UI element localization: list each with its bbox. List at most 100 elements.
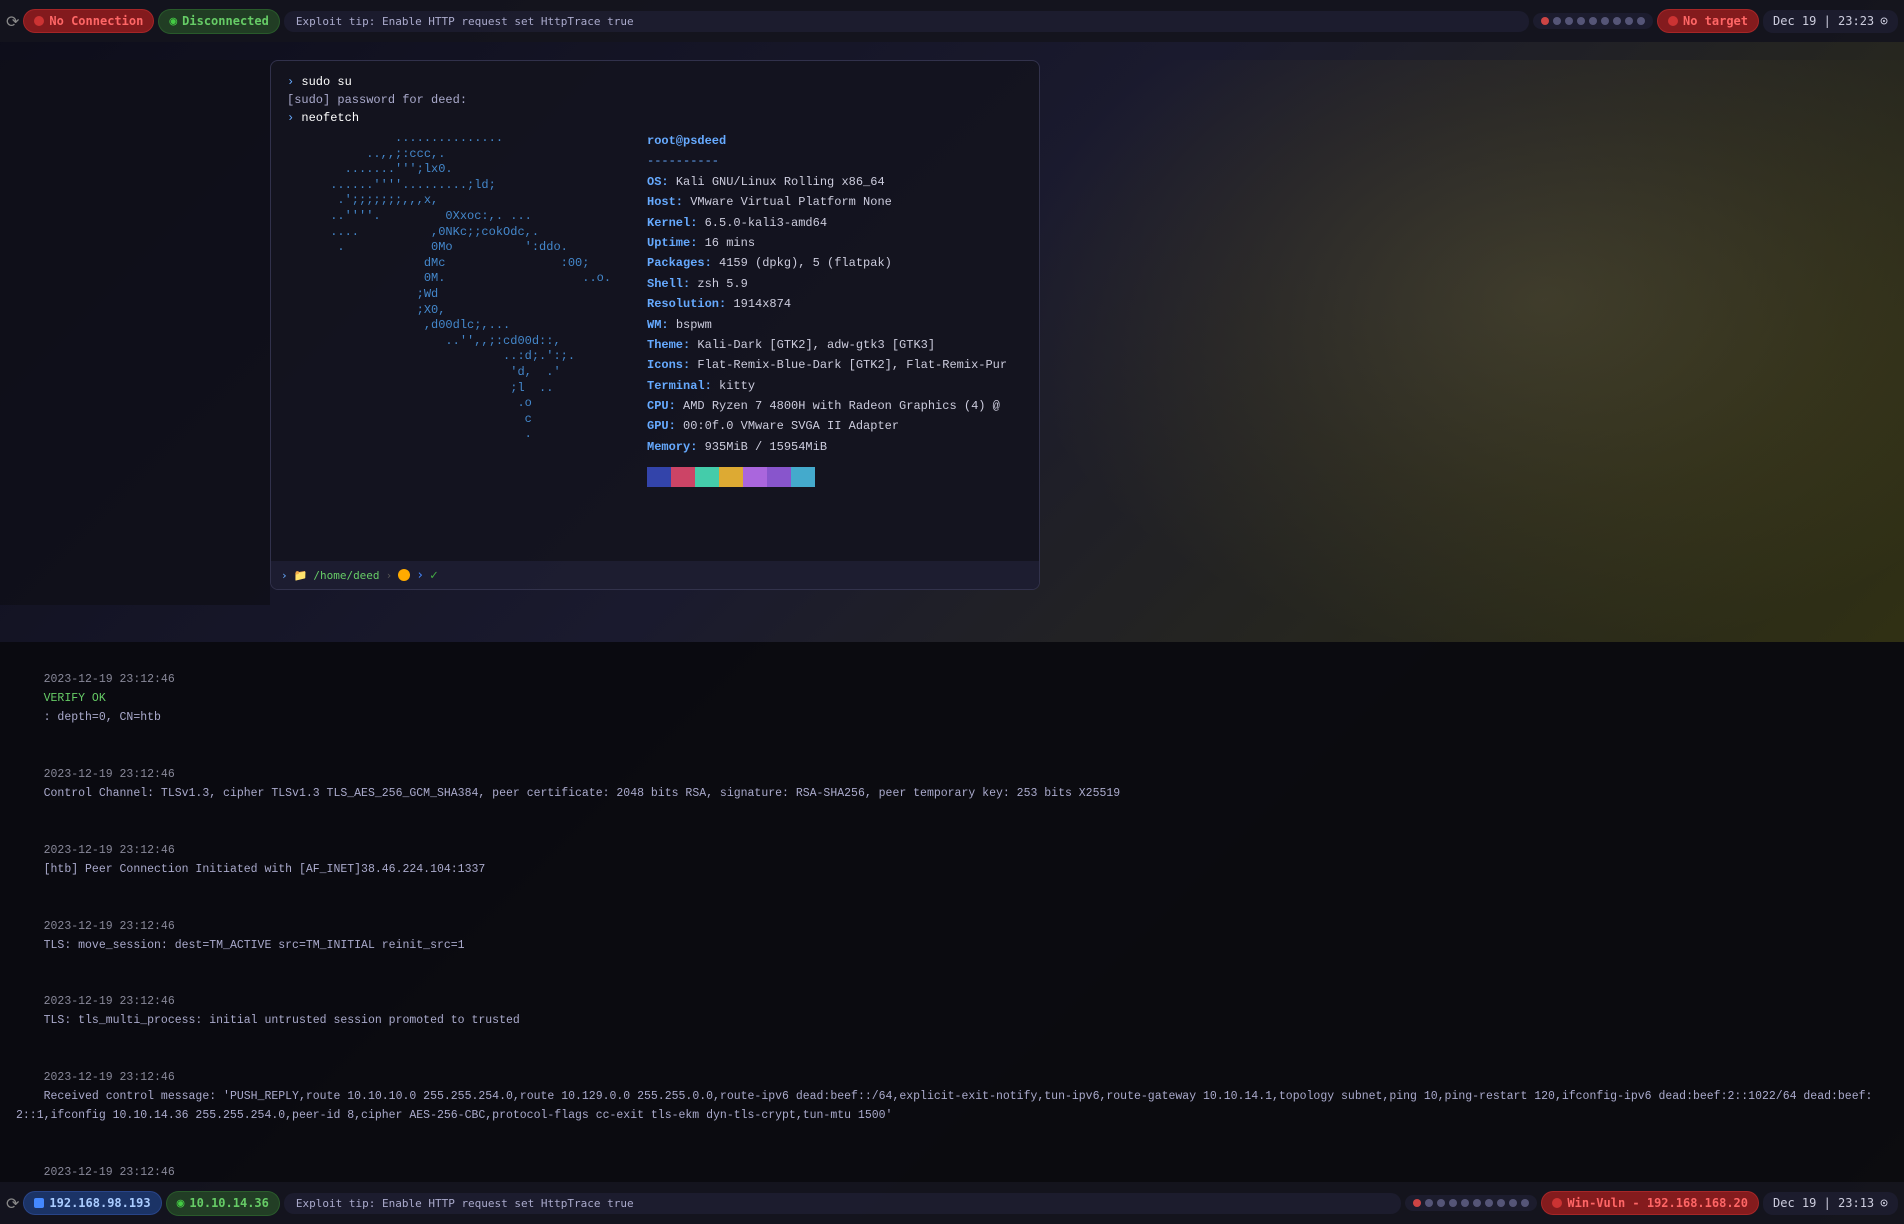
nf-icons: Icons: Flat-Remix-Blue-Dark [GTK2], Flat… <box>647 355 1007 375</box>
left-panel-bg <box>0 60 270 605</box>
statusbar-indicator-3: ✓ <box>430 568 438 583</box>
no-target-label: No target <box>1683 14 1748 28</box>
ip-button[interactable]: 192.168.98.193 <box>23 1191 161 1215</box>
color-block-0 <box>647 467 671 487</box>
nf-memory: Memory: 935MiB / 15954MiB <box>647 437 1007 457</box>
tab-dot-6[interactable] <box>1613 17 1621 25</box>
vpn-label: 10.10.14.36 <box>189 1196 268 1210</box>
nf-os: OS: Kali GNU/Linux Rolling x86_64 <box>647 172 1007 192</box>
nf-hostname: root@psdeed <box>647 131 1007 151</box>
cmd-neofetch: neofetch <box>301 111 359 125</box>
green-circle-icon-top: ◉ <box>169 14 177 29</box>
win-vuln-button[interactable]: Win-Vuln - 192.168.168.20 <box>1541 1191 1759 1215</box>
tab-dot-2[interactable] <box>1565 17 1573 25</box>
tab-close-bottom[interactable] <box>1413 1199 1421 1207</box>
terminal-line-3: › neofetch <box>287 109 1023 127</box>
nf-resolution: Resolution: 1914x874 <box>647 294 1007 314</box>
nf-separator: ---------- <box>647 151 1007 171</box>
red-dot-icon-target <box>1668 16 1678 26</box>
clock-icon-top: ⊙ <box>1880 14 1888 29</box>
tab-dot-b1[interactable] <box>1425 1199 1433 1207</box>
tab-dot-b2[interactable] <box>1437 1199 1445 1207</box>
tab-dot-b9[interactable] <box>1521 1199 1529 1207</box>
ascii-art-block: ............... ..,,;:ccc,. .......''';l… <box>287 131 627 443</box>
datetime-top: Dec 19 | 23:23 ⊙ <box>1763 10 1898 33</box>
tab-dot-b5[interactable] <box>1473 1199 1481 1207</box>
cmd-sudo: sudo su <box>301 75 351 89</box>
datetime-label-bottom: Dec 19 | 23:13 <box>1773 1196 1874 1210</box>
log-terminal[interactable]: 2023-12-19 23:12:46 VERIFY OK : depth=0,… <box>0 642 1904 1182</box>
exploit-tip-bottom: Exploit tip: Enable HTTP request set Htt… <box>284 1193 1402 1214</box>
log-line-7: 2023-12-19 23:12:46 OPTIONS IMPORT: --if… <box>16 1145 1888 1182</box>
terminal-window[interactable]: › sudo su [sudo] password for deed: › ne… <box>270 60 1040 590</box>
nf-gpu: GPU: 00:0f.0 VMware SVGA II Adapter <box>647 416 1007 436</box>
color-block-2 <box>695 467 719 487</box>
nf-uptime: Uptime: 16 mins <box>647 233 1007 253</box>
background-mask-effect <box>1004 60 1904 660</box>
color-block-1 <box>671 467 695 487</box>
terminal-content: › sudo su [sudo] password for deed: › ne… <box>271 61 1039 499</box>
terminal-statusbar: › 📁 /home/deed › › ✓ <box>271 561 1039 589</box>
terminal-line-1: › sudo su <box>287 73 1023 91</box>
nf-host: Host: VMware Virtual Platform None <box>647 192 1007 212</box>
no-connection-button[interactable]: No Connection <box>23 9 154 33</box>
tab-bar-top[interactable] <box>1533 13 1653 29</box>
win-vuln-dot <box>1552 1198 1562 1208</box>
tab-dot-3[interactable] <box>1577 17 1585 25</box>
statusbar-path: /home/deed <box>313 569 379 582</box>
sudo-password-prompt: [sudo] password for deed: <box>287 93 467 107</box>
tab-dot-1[interactable] <box>1553 17 1561 25</box>
statusbar-prompt-icon: › <box>281 569 288 582</box>
prompt-1: › <box>287 75 294 89</box>
red-dot-icon-top <box>34 16 44 26</box>
tab-close-top[interactable] <box>1541 17 1549 25</box>
tab-bar-bottom[interactable] <box>1405 1195 1537 1211</box>
tab-dot-7[interactable] <box>1625 17 1633 25</box>
terminal-line-2: [sudo] password for deed: <box>287 91 1023 109</box>
tab-dot-b8[interactable] <box>1509 1199 1517 1207</box>
datetime-label-top: Dec 19 | 23:23 <box>1773 14 1874 28</box>
tab-dot-5[interactable] <box>1601 17 1609 25</box>
statusbar-sep: › <box>386 569 393 582</box>
log-line-2: 2023-12-19 23:12:46 Control Channel: TLS… <box>16 747 1888 823</box>
taskbar-top: ⟳ No Connection ◉ Disconnected Exploit t… <box>0 0 1904 42</box>
exploit-tip-top: Exploit tip: Enable HTTP request set Htt… <box>284 11 1529 32</box>
datetime-bottom: Dec 19 | 23:13 ⊙ <box>1763 1192 1898 1215</box>
vpn-button[interactable]: ◉ 10.10.14.36 <box>166 1191 280 1216</box>
tab-dot-8[interactable] <box>1637 17 1645 25</box>
nf-cpu: CPU: AMD Ryzen 7 4800H with Radeon Graph… <box>647 396 1007 416</box>
statusbar-indicator-1 <box>398 569 410 581</box>
no-connection-label: No Connection <box>49 14 143 28</box>
tab-dot-b3[interactable] <box>1449 1199 1457 1207</box>
taskbar-bottom: ⟳ 192.168.98.193 ◉ 10.10.14.36 Exploit t… <box>0 1182 1904 1224</box>
vpn-icon: ◉ <box>177 1196 185 1211</box>
nf-shell: Shell: zsh 5.9 <box>647 274 1007 294</box>
log-line-1: 2023-12-19 23:12:46 VERIFY OK : depth=0,… <box>16 652 1888 747</box>
tab-dot-4[interactable] <box>1589 17 1597 25</box>
tab-dot-b6[interactable] <box>1485 1199 1493 1207</box>
tab-dot-b4[interactable] <box>1461 1199 1469 1207</box>
neofetch-system-info: root@psdeed ---------- OS: Kali GNU/Linu… <box>647 131 1007 487</box>
prompt-2: › <box>287 111 294 125</box>
log-line-3: 2023-12-19 23:12:46 [htb] Peer Connectio… <box>16 823 1888 899</box>
color-block-5 <box>767 467 791 487</box>
nf-packages: Packages: 4159 (dpkg), 5 (flatpak) <box>647 253 1007 273</box>
color-block-4 <box>743 467 767 487</box>
statusbar-dir-icon: 📁 <box>294 569 308 582</box>
neofetch-ascii-art: ............... ..,,;:ccc,. .......''';l… <box>287 131 627 487</box>
statusbar-indicator-2: › <box>416 568 424 583</box>
nf-kernel: Kernel: 6.5.0-kali3-amd64 <box>647 213 1007 233</box>
ip-label: 192.168.98.193 <box>49 1196 150 1210</box>
tab-dot-b7[interactable] <box>1497 1199 1505 1207</box>
log-line-4: 2023-12-19 23:12:46 TLS: move_session: d… <box>16 899 1888 975</box>
neofetch-container: ............... ..,,;:ccc,. .......''';l… <box>287 131 1023 487</box>
ip-network-icon <box>34 1198 44 1208</box>
nf-theme: Theme: Kali-Dark [GTK2], adw-gtk3 [GTK3] <box>647 335 1007 355</box>
nf-wm: WM: bspwm <box>647 315 1007 335</box>
log-line-6: 2023-12-19 23:12:46 Received control mes… <box>16 1050 1888 1145</box>
win-vuln-label: Win-Vuln - 192.168.168.20 <box>1567 1196 1748 1210</box>
disconnected-button[interactable]: ◉ Disconnected <box>158 9 280 34</box>
color-block-3 <box>719 467 743 487</box>
clock-icon-bottom: ⊙ <box>1880 1196 1888 1211</box>
no-target-button[interactable]: No target <box>1657 9 1759 33</box>
